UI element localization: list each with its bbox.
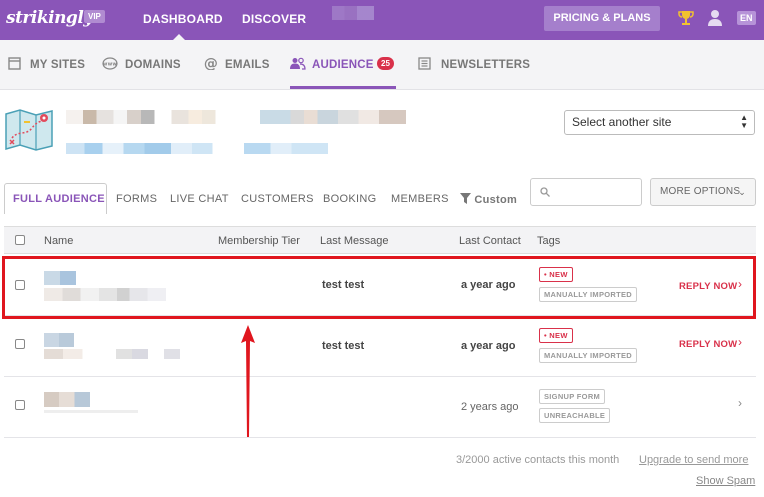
subnav-label: MY SITES <box>30 59 86 71</box>
blurred-avatar <box>44 392 90 407</box>
col-tags[interactable]: Tags <box>537 235 560 247</box>
row-checkbox[interactable] <box>15 400 25 410</box>
highlight-box <box>2 256 756 319</box>
at-icon: @ <box>204 56 218 70</box>
col-name[interactable]: Name <box>44 235 73 247</box>
more-options-button[interactable]: MORE OPTIONS ⌄ <box>650 178 756 206</box>
more-options-label: MORE OPTIONS <box>660 186 741 197</box>
blurred-site-url <box>66 143 328 154</box>
chevron-down-icon: ⌄ <box>738 187 746 197</box>
language-button[interactable]: EN <box>737 11 756 25</box>
active-tab-underline <box>290 86 396 89</box>
col-membership-tier[interactable]: Membership Tier <box>218 235 300 247</box>
tab-booking[interactable]: BOOKING <box>323 193 376 205</box>
svg-text:@: @ <box>204 56 218 70</box>
user-icon[interactable] <box>707 9 723 27</box>
pricing-plans-button[interactable]: PRICING & PLANS <box>544 6 660 31</box>
col-last-contact[interactable]: Last Contact <box>459 235 521 247</box>
chevron-right-icon[interactable]: › <box>738 335 742 349</box>
www-icon: www <box>102 57 118 70</box>
col-last-message[interactable]: Last Message <box>320 235 388 247</box>
subnav-label: AUDIENCE <box>312 59 374 71</box>
active-contacts-text: 3/2000 active contacts this month <box>456 454 620 466</box>
map-icon <box>5 109 53 151</box>
tab-custom[interactable]: Custom <box>460 193 517 206</box>
chevron-right-icon[interactable]: › <box>738 396 742 410</box>
nav-dashboard[interactable]: DASHBOARD <box>143 12 223 26</box>
blurred-site-name <box>66 110 406 124</box>
tab-live-chat[interactable]: LIVE CHAT <box>170 193 229 205</box>
upgrade-link[interactable]: Upgrade to send more <box>639 454 748 466</box>
blurred-contact-name <box>44 410 138 413</box>
search-icon <box>540 187 550 197</box>
tab-customers[interactable]: CUSTOMERS <box>241 193 314 205</box>
tab-forms[interactable]: FORMS <box>116 193 157 205</box>
row-checkbox[interactable] <box>15 339 25 349</box>
site-select[interactable]: Select another site ▲ ▼ <box>564 110 755 135</box>
tag-signup-form: SIGNUP FORM <box>539 389 606 404</box>
last-contact: 2 years ago <box>461 401 519 413</box>
top-bar: strikingly VIP DASHBOARD DISCOVER PRICIN… <box>0 0 764 40</box>
site-select-label: Select another site <box>572 115 672 129</box>
blurred-area <box>332 6 374 20</box>
show-spam-link[interactable]: Show Spam <box>696 475 755 487</box>
tab-full-audience[interactable]: FULL AUDIENCE <box>4 183 107 214</box>
blurred-contact-name <box>44 349 204 359</box>
svg-text:www: www <box>103 62 118 68</box>
select-all-checkbox[interactable] <box>15 235 25 245</box>
search-input[interactable] <box>530 178 642 206</box>
tag-unreachable: UNREACHABLE <box>539 408 611 423</box>
blurred-avatar <box>44 333 74 347</box>
logo[interactable]: strikingly <box>6 8 93 28</box>
subnav-label: NEWSLETTERS <box>441 59 531 71</box>
table-row[interactable]: 2 years ago SIGNUP FORM UNREACHABLE › <box>4 377 756 438</box>
subnav-label: DOMAINS <box>125 59 181 71</box>
vip-badge: VIP <box>84 10 105 23</box>
audience-count-badge: 25 <box>377 57 394 70</box>
arrow-up-annotation <box>241 325 255 437</box>
tab-label: FULL AUDIENCE <box>13 193 105 205</box>
table-row[interactable]: test test a year ago • NEW MANUALLY IMPO… <box>4 316 756 377</box>
nav-discover[interactable]: DISCOVER <box>242 12 306 26</box>
select-arrows-icon: ▲ ▼ <box>740 113 748 130</box>
custom-label: Custom <box>474 194 518 206</box>
tag-manually-imported: MANUALLY IMPORTED <box>539 348 638 363</box>
newsletter-icon <box>418 57 431 70</box>
subnav-label: EMAILS <box>225 59 270 71</box>
tag-new: • NEW <box>539 328 573 343</box>
table-header: Name Membership Tier Last Message Last C… <box>4 226 756 254</box>
tab-members[interactable]: MEMBERS <box>391 193 449 205</box>
trophy-icon[interactable] <box>678 9 694 27</box>
people-icon <box>290 57 306 70</box>
last-contact: a year ago <box>461 340 516 352</box>
reply-now-button[interactable]: REPLY NOW <box>679 339 737 350</box>
window-icon <box>8 57 21 70</box>
filter-icon <box>460 193 471 204</box>
last-message: test test <box>322 340 365 352</box>
